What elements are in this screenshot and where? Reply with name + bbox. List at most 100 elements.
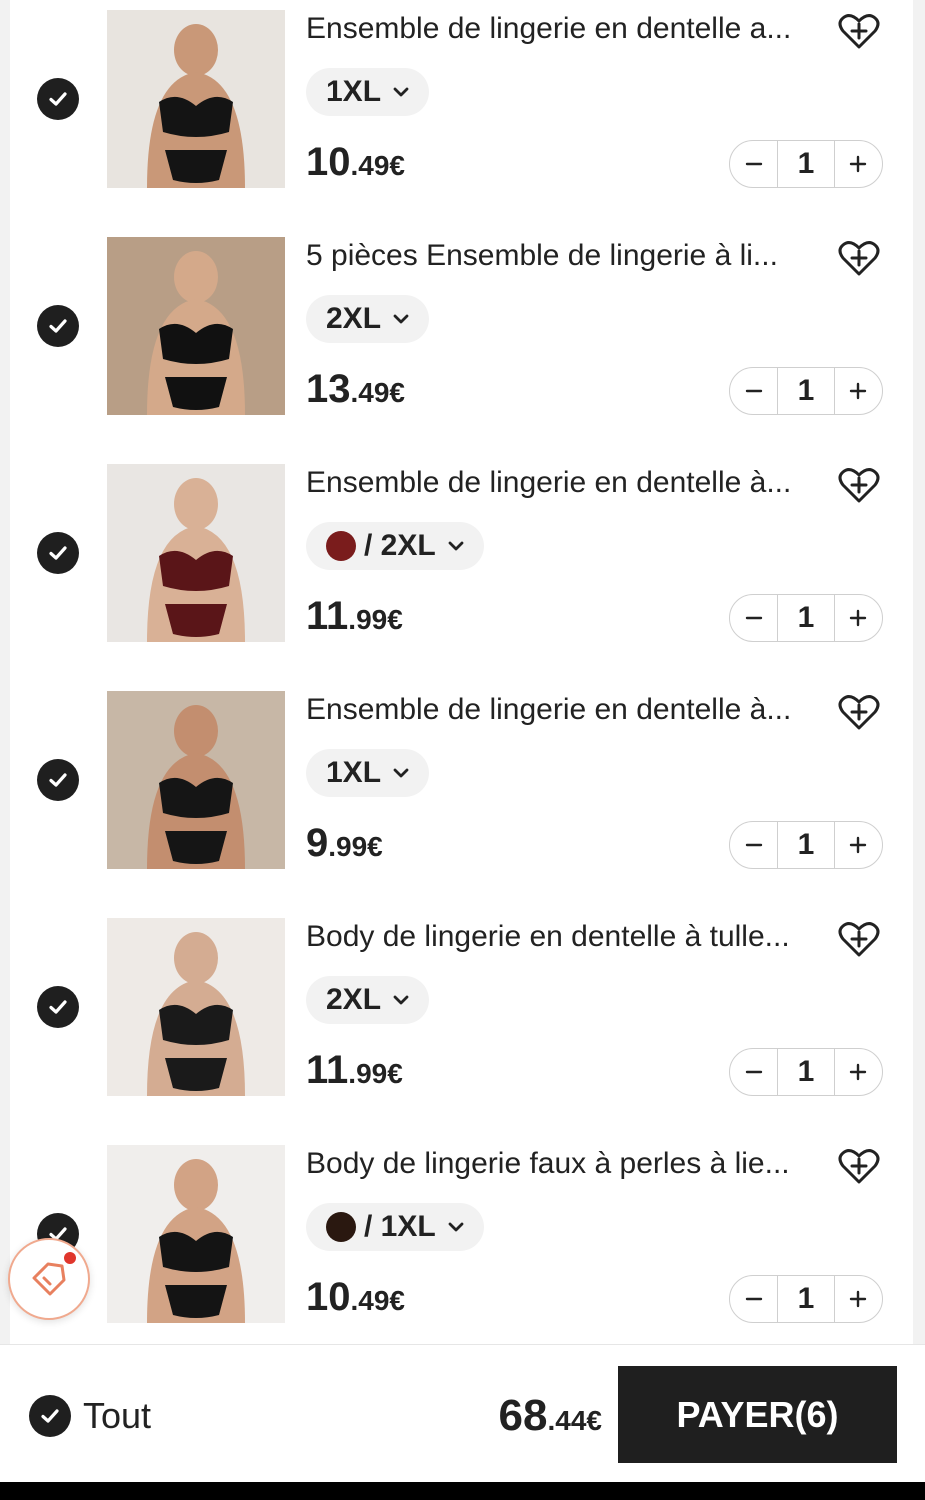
variant-label: 1XL [326,75,382,108]
plus-icon [850,1290,867,1308]
quantity-value[interactable]: 1 [777,1048,835,1096]
variant-label: 2XL [326,983,382,1016]
add-to-wishlist-button[interactable] [837,239,881,279]
cart-item: Body de lingerie en dentelle à tulle... … [10,908,913,1135]
select-all-checkbox[interactable] [29,1395,71,1437]
product-title[interactable]: Ensemble de lingerie en dentelle a... [306,12,816,46]
product-image[interactable] [107,10,285,188]
cart-item: 5 pièces Ensemble de lingerie à li... 2X… [10,227,913,454]
minus-icon [745,162,762,166]
plus-icon [850,836,867,854]
pay-button[interactable]: PAYER(6) [618,1366,897,1463]
variant-label: / 1XL [364,1210,436,1243]
chevron-down-icon [393,995,409,1005]
quantity-value[interactable]: 1 [777,821,835,869]
item-select-checkbox[interactable] [37,532,79,574]
product-photo [107,10,285,188]
decrease-quantity-button[interactable] [730,1275,777,1323]
product-image[interactable] [107,1145,285,1323]
decrease-quantity-button[interactable] [730,821,777,869]
increase-quantity-button[interactable] [835,1275,882,1323]
item-select-checkbox[interactable] [37,305,79,347]
variant-selector[interactable]: / 2XL [306,522,484,570]
increase-quantity-button[interactable] [835,594,882,642]
price-decimal: .99€ [348,604,403,635]
increase-quantity-button[interactable] [835,367,882,415]
product-image[interactable] [107,464,285,642]
quantity-value[interactable]: 1 [777,140,835,188]
product-title[interactable]: Body de lingerie faux à perles à lie... [306,1147,816,1181]
color-swatch [326,1212,356,1242]
variant-selector[interactable]: 2XL [306,976,430,1024]
increase-quantity-button[interactable] [835,1048,882,1096]
cart-total-integer: 68 [498,1391,548,1440]
chevron-down-icon [448,541,464,551]
heart-plus-icon [838,468,880,503]
minus-icon [745,1070,762,1074]
cart-total: 68.44€ [499,1391,602,1441]
price-integer: 10 [306,1275,351,1319]
coupon-button[interactable] [8,1238,90,1320]
select-all-label[interactable]: Tout [83,1395,151,1437]
decrease-quantity-button[interactable] [730,1048,777,1096]
variant-selector[interactable]: 1XL [306,749,430,797]
quantity-value[interactable]: 1 [777,594,835,642]
increase-quantity-button[interactable] [835,140,882,188]
increase-quantity-button[interactable] [835,821,882,869]
product-image[interactable] [107,691,285,869]
product-title[interactable]: Ensemble de lingerie en dentelle à... [306,693,816,727]
check-icon [49,319,67,333]
variant-selector[interactable]: / 1XL [306,1203,484,1251]
check-icon [49,92,67,106]
variant-selector[interactable]: 2XL [306,295,430,343]
heart-plus-icon [838,241,880,276]
variant-selector[interactable]: 1XL [306,68,430,116]
plus-icon [850,609,867,627]
item-select-checkbox[interactable] [37,759,79,801]
quantity-stepper: 1 [729,594,883,642]
product-photo [107,918,285,1096]
add-to-wishlist-button[interactable] [837,693,881,733]
item-price: 11.99€ [306,594,403,639]
quantity-stepper: 1 [729,140,883,188]
quantity-value[interactable]: 1 [777,367,835,415]
product-image[interactable] [107,918,285,1096]
add-to-wishlist-button[interactable] [837,920,881,960]
heart-plus-icon [838,1149,880,1184]
product-photo [107,1145,285,1323]
product-image[interactable] [107,237,285,415]
product-title[interactable]: 5 pièces Ensemble de lingerie à li... [306,239,816,273]
decrease-quantity-button[interactable] [730,594,777,642]
cart-total-decimal: .44€ [547,1405,603,1436]
plus-icon [850,1063,867,1081]
item-select-checkbox[interactable] [37,986,79,1028]
product-title[interactable]: Ensemble de lingerie en dentelle à... [306,466,816,500]
heart-plus-icon [838,922,880,957]
price-integer: 11 [306,594,349,638]
quantity-stepper: 1 [729,1048,883,1096]
item-price: 10.49€ [306,140,405,185]
heart-plus-icon [838,14,880,49]
decrease-quantity-button[interactable] [730,367,777,415]
price-decimal: .49€ [350,1285,406,1316]
price-decimal: .99€ [328,831,383,862]
minus-icon [745,389,762,393]
minus-icon [745,616,762,620]
check-icon [49,546,67,560]
decrease-quantity-button[interactable] [730,140,777,188]
cart-page: Ensemble de lingerie en dentelle a... 1X… [0,0,925,1500]
variant-label: / 2XL [364,529,436,562]
cart-item: Ensemble de lingerie en dentelle a... 1X… [10,0,913,227]
color-swatch [326,531,356,561]
heart-plus-icon [838,695,880,730]
add-to-wishlist-button[interactable] [837,466,881,506]
add-to-wishlist-button[interactable] [837,12,881,52]
add-to-wishlist-button[interactable] [837,1147,881,1187]
quantity-value[interactable]: 1 [777,1275,835,1323]
chevron-down-icon [393,87,409,97]
product-title[interactable]: Body de lingerie en dentelle à tulle... [306,920,816,954]
product-photo [107,237,285,415]
check-icon [49,773,67,787]
item-price: 10.49€ [306,1275,405,1320]
item-select-checkbox[interactable] [37,78,79,120]
